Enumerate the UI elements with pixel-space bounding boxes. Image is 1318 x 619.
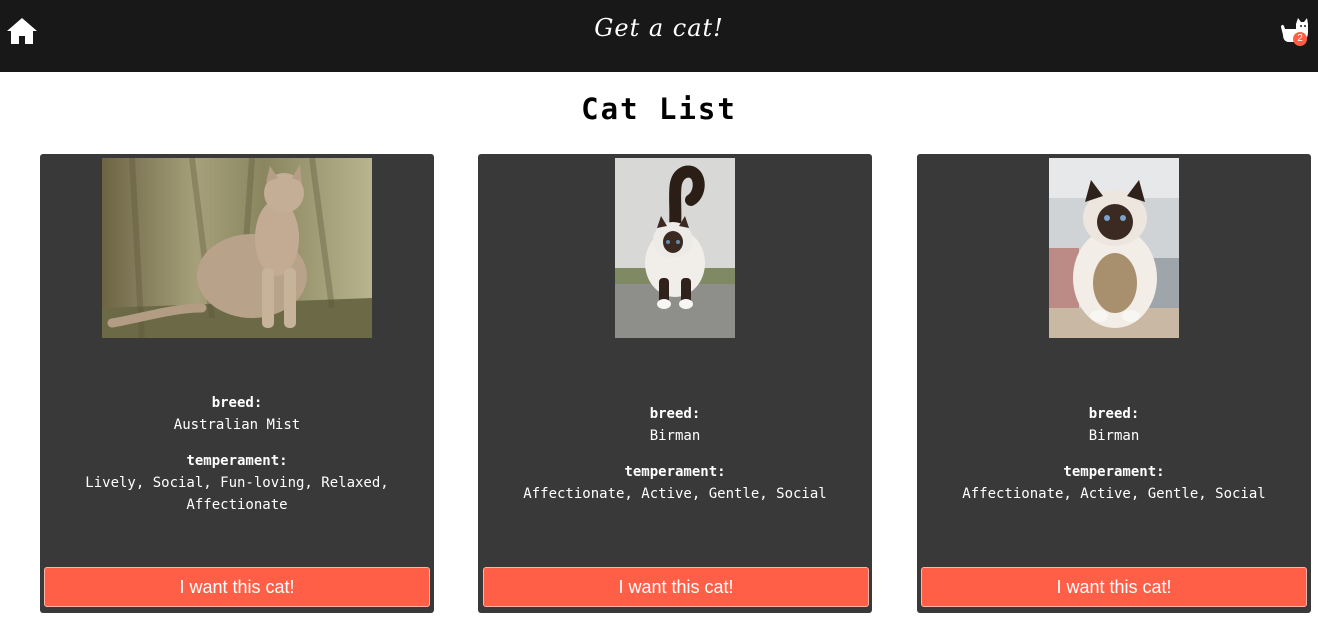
breed-value: Birman [649, 428, 701, 444]
temperament-value: Lively, Social, Fun-loving, Relaxed, Aff… [85, 475, 389, 513]
cat-photo [102, 158, 372, 338]
cat-card: breed: Birman temperament: Affectionate,… [478, 154, 872, 613]
temperament-value: Affectionate, Active, Gentle, Social [962, 486, 1266, 502]
breed-value: Birman [1088, 428, 1140, 444]
cart-count-badge: 2 [1293, 32, 1307, 46]
breed-value: Australian Mist [173, 417, 301, 433]
cat-photo [615, 158, 735, 338]
breed-label: breed: [649, 406, 701, 422]
temperament-label: temperament: [186, 453, 288, 469]
want-cat-button[interactable]: I want this cat! [483, 567, 869, 607]
temperament-label: temperament: [1063, 464, 1165, 480]
app-title: Get a cat! [594, 14, 724, 42]
page-title: Cat List [581, 92, 737, 126]
top-navbar: Get a cat! 2 [0, 0, 1318, 72]
cat-card: breed: Australian Mist temperament: Live… [40, 154, 434, 613]
want-cat-button[interactable]: I want this cat! [44, 567, 430, 607]
cat-info: breed: Birman temperament: Affectionate,… [927, 403, 1301, 505]
cart-button[interactable]: 2 [1278, 14, 1310, 48]
cat-info: breed: Birman temperament: Affectionate,… [488, 403, 862, 505]
cat-info: breed: Australian Mist temperament: Live… [50, 392, 424, 516]
breed-label: breed: [1088, 406, 1140, 422]
cat-photo [1049, 158, 1179, 338]
temperament-label: temperament: [624, 464, 726, 480]
cat-card: breed: Birman temperament: Affectionate,… [917, 154, 1311, 613]
temperament-value: Affectionate, Active, Gentle, Social [523, 486, 827, 502]
want-cat-button[interactable]: I want this cat! [921, 567, 1307, 607]
breed-label: breed: [211, 395, 263, 411]
